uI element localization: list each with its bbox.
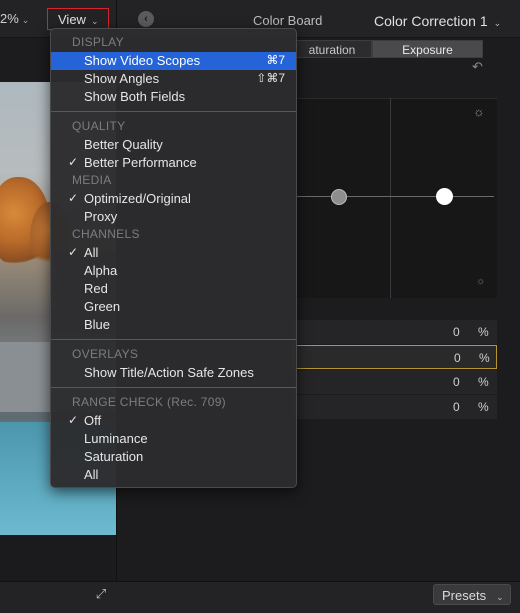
menu-header-quality: QUALITY: [72, 119, 126, 133]
menu-item-channel-all[interactable]: ✓ All: [51, 244, 296, 262]
menu-item-proxy[interactable]: Proxy: [51, 208, 296, 226]
zoom-menu[interactable]: 2% ⌄: [0, 11, 29, 26]
board-divider: [390, 98, 391, 298]
tab-saturation[interactable]: aturation: [292, 40, 372, 58]
row-unit: %: [479, 351, 490, 365]
chevron-down-icon: ⌄: [21, 15, 30, 25]
menu-item-range-off[interactable]: ✓ Off: [51, 412, 296, 430]
value-row[interactable]: 0%: [292, 320, 497, 344]
menu-item-optimized-original[interactable]: ✓ Optimized/Original: [51, 190, 296, 208]
reset-icon[interactable]: ↶: [472, 59, 483, 75]
view-label: View: [58, 12, 86, 27]
zoom-label: 2%: [0, 11, 19, 26]
menu-item-green[interactable]: Green: [51, 298, 296, 316]
checkmark-icon: ✓: [68, 155, 79, 169]
row-value[interactable]: 0: [453, 325, 460, 339]
back-arrow-icon[interactable]: ‹: [138, 11, 154, 27]
value-row-selected[interactable]: 0%: [292, 345, 497, 369]
menu-item-show-both-fields[interactable]: Show Both Fields: [51, 88, 296, 106]
menu-item-blue[interactable]: Blue: [51, 316, 296, 334]
presets-label: Presets: [442, 588, 487, 603]
presets-button[interactable]: Presets ⌄: [433, 584, 511, 605]
row-value[interactable]: 0: [454, 351, 461, 365]
color-correction-selector[interactable]: Color Correction 1 ⌄: [374, 13, 501, 29]
page-title: Color Board: [253, 13, 323, 28]
menu-header-channels: CHANNELS: [72, 227, 140, 241]
menu-item-alpha[interactable]: Alpha: [51, 262, 296, 280]
color-board-canvas[interactable]: [292, 98, 497, 298]
menu-item-red[interactable]: Red: [51, 280, 296, 298]
row-unit: %: [478, 325, 489, 339]
tab-exposure[interactable]: Exposure: [372, 40, 483, 58]
fullscreen-icon[interactable]: ⤢: [93, 586, 109, 602]
highlights-puck[interactable]: [436, 188, 453, 205]
brightness-high-icon: ☼: [473, 104, 485, 119]
chevron-down-icon: ⌄: [90, 16, 99, 26]
menu-item-range-all[interactable]: All: [51, 466, 296, 484]
menu-item-safe-zones[interactable]: Show Title/Action Safe Zones: [51, 364, 296, 382]
shortcut-label: ⇧⌘7: [256, 71, 285, 85]
board-center-line: [292, 196, 494, 197]
menu-header-overlays: OVERLAYS: [72, 347, 139, 361]
menu-separator: [51, 387, 296, 388]
chevron-down-icon: ⌄: [493, 18, 502, 28]
menu-separator: [51, 111, 296, 112]
value-rows: 0% 0% 0% 0%: [292, 320, 497, 420]
menu-header-display: DISPLAY: [72, 35, 124, 49]
view-dropdown-menu: DISPLAY Show Video Scopes ⌘7 Show Angles ⇧…: [50, 28, 297, 488]
color-board-tabs: aturation Exposure: [292, 40, 483, 58]
menu-item-better-performance[interactable]: ✓ Better Performance: [51, 154, 296, 172]
chevron-down-icon: ⌄: [496, 592, 504, 602]
shortcut-label: ⌘7: [266, 53, 285, 67]
midtones-puck[interactable]: [331, 189, 347, 205]
correction-label: Color Correction 1: [374, 13, 488, 29]
menu-header-media: MEDIA: [72, 173, 112, 187]
menu-header-range-check: RANGE CHECK (Rec. 709): [72, 395, 226, 409]
value-row[interactable]: 0%: [292, 395, 497, 419]
checkmark-icon: ✓: [68, 191, 79, 205]
checkmark-icon: ✓: [68, 245, 79, 259]
brightness-low-icon: ☼: [476, 276, 486, 287]
row-unit: %: [478, 375, 489, 389]
menu-item-show-angles[interactable]: Show Angles ⇧⌘7: [51, 70, 296, 88]
row-value[interactable]: 0: [453, 400, 460, 414]
menu-item-better-quality[interactable]: Better Quality: [51, 136, 296, 154]
row-unit: %: [478, 400, 489, 414]
view-menu-button[interactable]: View ⌄: [47, 8, 109, 30]
checkmark-icon: ✓: [68, 413, 79, 427]
menu-item-luminance[interactable]: Luminance: [51, 430, 296, 448]
viewer-bottom-area: [0, 535, 116, 581]
value-row[interactable]: 0%: [292, 370, 497, 394]
menu-separator: [51, 339, 296, 340]
menu-item-saturation[interactable]: Saturation: [51, 448, 296, 466]
row-value[interactable]: 0: [453, 375, 460, 389]
menu-item-show-video-scopes[interactable]: Show Video Scopes ⌘7: [51, 52, 296, 70]
